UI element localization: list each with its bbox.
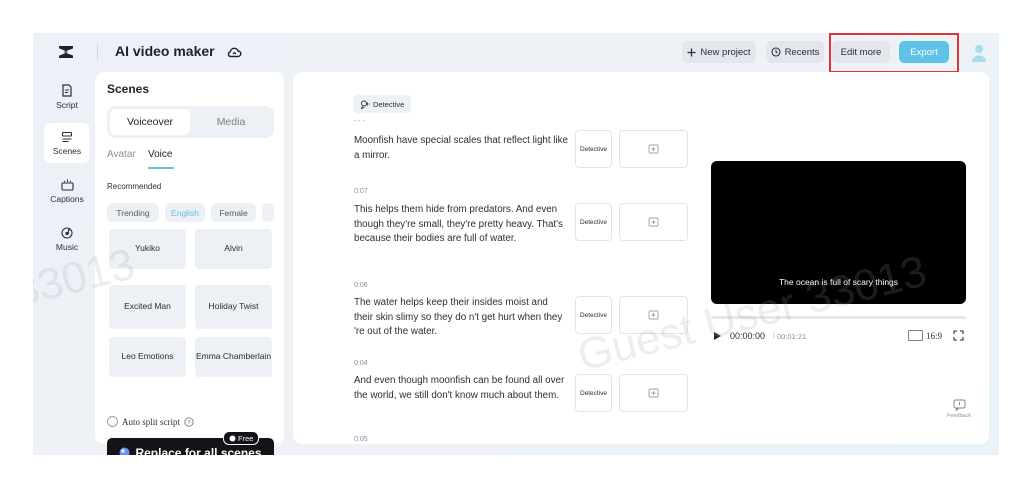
chip-english[interactable]: English — [165, 203, 205, 222]
scene-text[interactable]: And even though moonfish can be found al… — [354, 374, 569, 403]
voice-card-yukiko[interactable]: Yukiko — [109, 229, 186, 269]
scene-time: 0:07 — [354, 188, 368, 195]
play-icon[interactable] — [712, 331, 722, 341]
aspect-ratio-selector[interactable]: 16:9 — [908, 330, 942, 341]
chip-trending[interactable]: Trending — [107, 203, 159, 222]
voice-card-leo-emotions[interactable]: Leo Emotions — [109, 337, 186, 377]
current-time: 00:00:00 — [730, 331, 766, 341]
feedback-icon — [953, 399, 965, 411]
plus-icon — [687, 48, 696, 56]
scene-time: 0:06 — [354, 282, 368, 289]
character-tag-label: Detective — [373, 99, 405, 109]
add-media-slot[interactable] — [619, 130, 688, 168]
panel-title: Scenes — [107, 82, 150, 96]
add-image-icon — [648, 388, 659, 398]
add-image-icon — [648, 217, 659, 227]
voiceover-media-toggle: Voiceover Media — [107, 106, 274, 138]
cloud-sync-icon[interactable] — [226, 44, 242, 60]
coin-icon — [229, 435, 236, 441]
recents-label: Recents — [784, 46, 820, 58]
replace-label: Replace for all scenes — [135, 445, 262, 456]
feedback-label: Feedback — [946, 413, 972, 419]
voice-card-alvin[interactable]: Alvin — [195, 229, 272, 269]
app-title: AI video maker — [115, 43, 215, 59]
rail-item-scenes[interactable]: Scenes — [44, 123, 90, 163]
playback-progress-bar[interactable] — [711, 316, 966, 319]
aspect-ratio-label: 16:9 — [926, 330, 943, 341]
app-window: AI video maker New project Recents Edit … — [33, 33, 999, 455]
new-project-button[interactable]: New project — [682, 41, 756, 63]
free-badge: Free — [223, 431, 260, 445]
orb-icon — [119, 447, 130, 455]
help-icon[interactable]: ? — [184, 416, 194, 427]
voice-detective-button[interactable]: Detective — [575, 130, 612, 168]
highlight-box — [829, 33, 959, 73]
feedback-button[interactable]: Feedback — [941, 399, 977, 419]
character-tag[interactable]: Detective — [353, 95, 412, 113]
voice-detective-button[interactable]: Detective — [575, 374, 612, 412]
voice-card-emma-chamberlain[interactable]: Emma Chamberlain — [195, 337, 272, 377]
total-duration: 00:01:21 — [777, 332, 807, 341]
free-label: Free — [238, 433, 254, 443]
scene-text[interactable]: This helps them hide from predators. And… — [354, 203, 569, 247]
add-media-slot[interactable] — [619, 203, 688, 241]
subtab-underline — [148, 167, 174, 169]
voice-card-holiday-twist[interactable]: Holiday Twist — [195, 285, 272, 329]
tab-media[interactable]: Media — [191, 109, 271, 135]
rail-label-captions: Captions — [50, 193, 84, 204]
capcut-logo-icon[interactable] — [57, 43, 75, 61]
auto-split-option[interactable]: Auto split script ? — [107, 416, 194, 427]
chip-overflow[interactable] — [262, 203, 274, 222]
music-icon — [61, 226, 73, 239]
rail-item-script[interactable]: Script — [44, 77, 90, 117]
auto-split-radio[interactable] — [107, 416, 118, 427]
video-preview[interactable]: The ocean is full of scary things — [711, 161, 966, 304]
clock-icon — [771, 47, 781, 57]
rail-label-scenes: Scenes — [52, 145, 82, 156]
auto-split-label: Auto split script — [122, 416, 180, 427]
script-editor: Detective - - - Moonfish have special sc… — [293, 72, 989, 444]
add-image-icon — [648, 310, 659, 320]
scene-time: 0:05 — [354, 436, 368, 443]
fullscreen-icon[interactable] — [953, 330, 964, 341]
user-avatar-icon[interactable] — [971, 44, 987, 62]
script-icon — [62, 84, 72, 97]
new-project-label: New project — [700, 46, 751, 58]
rail-item-captions[interactable]: Captions — [44, 171, 90, 211]
scene-time: 0:04 — [354, 360, 368, 367]
rail-item-music[interactable]: Music — [44, 219, 90, 259]
add-image-icon — [648, 144, 659, 154]
speaker-icon — [360, 100, 370, 109]
section-label-recommended: Recommended — [107, 182, 162, 191]
header-divider — [97, 44, 98, 60]
scene-text[interactable]: The water helps keep their insides moist… — [354, 296, 569, 340]
aspect-ratio-icon — [908, 330, 923, 341]
voice-card-excited-man[interactable]: Excited Man — [109, 285, 186, 329]
scenes-panel: Scenes Voiceover Media Avatar Voice Reco… — [95, 72, 284, 455]
voice-detective-button[interactable]: Detective — [575, 203, 612, 241]
scene-time: - - - — [354, 118, 365, 125]
svg-text:?: ? — [187, 418, 190, 426]
add-media-slot[interactable] — [619, 296, 688, 334]
subtab-avatar[interactable]: Avatar — [107, 149, 136, 160]
tab-voiceover[interactable]: Voiceover — [110, 109, 190, 135]
time-separator: | — [773, 330, 776, 339]
captions-icon — [60, 179, 74, 191]
rail-label-music: Music — [55, 241, 79, 252]
video-subtitle: The ocean is full of scary things — [778, 277, 899, 287]
recents-button[interactable]: Recents — [766, 41, 824, 63]
chip-female[interactable]: Female — [211, 203, 256, 222]
scenes-icon — [61, 131, 73, 142]
add-media-slot[interactable] — [619, 374, 688, 412]
subtab-voice[interactable]: Voice — [148, 149, 172, 160]
voice-detective-button[interactable]: Detective — [575, 296, 612, 334]
rail-label-script: Script — [56, 100, 78, 110]
scene-text[interactable]: Moonfish have special scales that reflec… — [354, 134, 569, 163]
